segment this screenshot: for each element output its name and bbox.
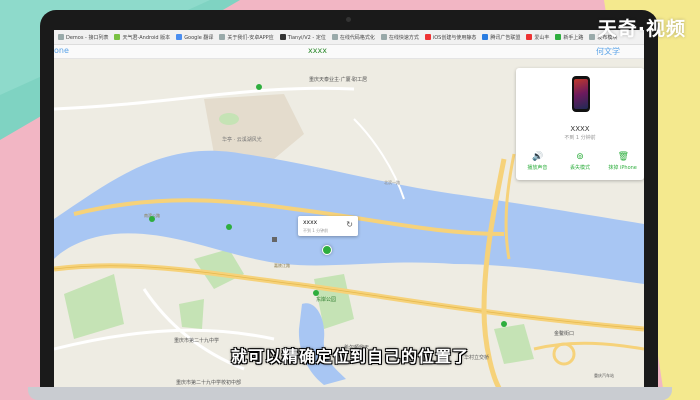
erase-iphone-label: 抹掉 iPhone [608, 165, 637, 171]
play-sound-label: 播放声音 [527, 165, 548, 171]
bookmark-icon [279, 34, 286, 40]
poi-marker [501, 321, 507, 327]
speaker-icon: 🔊 [532, 152, 544, 162]
bookmark-icon [58, 34, 64, 40]
map-label-scenic: 华亭 · 云溪湖风光 [222, 136, 262, 143]
bookmark-icon [526, 34, 533, 40]
bookmark-item[interactable]: Demos - 接口列表 [58, 34, 108, 41]
bookmark-icon [555, 34, 562, 40]
map-label-park: 东岸公园 [316, 296, 336, 303]
iphone-icon [572, 76, 590, 112]
map-label-road: 嘉陵江路 [274, 262, 290, 268]
device-last-seen: 不到 1 分钟前 [564, 135, 596, 141]
iphone-screen [574, 79, 588, 109]
bookmark-icon [482, 34, 489, 40]
lost-mode-button[interactable]: ⊚ 丢失模式 [560, 152, 600, 171]
bookmark-item[interactable]: 爱山丰 [526, 34, 549, 41]
bookmarks-bar: Demos - 接口列表 天气君-Android 版本 Google 翻译 关于… [54, 30, 644, 45]
refresh-icon[interactable]: ↻ [346, 220, 353, 229]
map-park-area [219, 113, 239, 125]
location-popup[interactable]: xxxx 不到 1 分钟前 ↻ [298, 216, 358, 236]
location-device-name: xxxx [303, 219, 318, 226]
current-location-dot[interactable] [322, 245, 332, 255]
folder-icon [380, 34, 387, 40]
camera-dot [346, 17, 351, 22]
device-selector[interactable]: xxxx [308, 46, 327, 55]
map-label-area: 金鳌街口 [554, 330, 574, 337]
app-title[interactable]: one [54, 46, 69, 55]
poi-marker [272, 237, 277, 242]
watermark: 天奇·视频 [597, 18, 686, 40]
poi-marker [313, 290, 319, 296]
device-name: XXXX [570, 125, 590, 133]
device-panel: XXXX 不到 1 分钟前 🔊 播放声音 ⊚ 丢失模式 🗑 抹掉 iPhone [516, 68, 644, 180]
video-subtitle: 就可以精确定位到自己的位置了 [230, 347, 469, 366]
app-header: one xxxx 何文学 [54, 45, 644, 59]
poi-marker [226, 224, 232, 230]
map-park-area [179, 299, 204, 329]
laptop-base [28, 387, 672, 400]
bookmark-item[interactable]: 关于我们-安卓APP应 [219, 34, 274, 41]
map-label-station: 重庆汽车站 [594, 372, 614, 378]
bookmark-item[interactable]: Tianyi/V2 - 定位 [279, 34, 326, 41]
bookmark-item[interactable]: 天气君-Android 版本 [114, 34, 170, 41]
laptop-frame: Demos - 接口列表 天气君-Android 版本 Google 翻译 关于… [40, 10, 658, 388]
browser-screen: Demos - 接口列表 天气君-Android 版本 Google 翻译 关于… [54, 30, 644, 388]
erase-iphone-button[interactable]: 🗑 抹掉 iPhone [603, 152, 643, 171]
bookmark-item[interactable]: 在线代码格式化 [331, 34, 375, 41]
device-actions: 🔊 播放声音 ⊚ 丢失模式 🗑 抹掉 iPhone [516, 152, 644, 171]
poi-marker [149, 216, 155, 222]
map-label-road: 北滨一路 [384, 179, 400, 185]
folder-icon [589, 34, 596, 40]
bookmark-icon [219, 34, 226, 40]
map-label-office: 重庆天泰业主·广厦·职工居 [309, 76, 367, 83]
trash-icon: 🗑 [617, 152, 630, 162]
lost-mode-icon: ⊚ [576, 152, 584, 162]
bookmark-item[interactable]: 腾讯广告联盟 [482, 34, 520, 41]
bookmark-icon [114, 34, 121, 40]
poi-marker [256, 84, 262, 90]
account-menu[interactable]: 何文学 [596, 46, 620, 57]
bookmark-item[interactable]: Google 翻译 [176, 34, 213, 41]
map-label-school-2: 重庆市第二十九中学校初中部 [176, 379, 241, 386]
bookmark-icon [424, 34, 431, 40]
location-time: 不到 1 分钟前 [303, 228, 329, 233]
bookmark-item[interactable]: iOS创建与使用静态 [424, 34, 476, 41]
bookmark-icon [176, 34, 183, 40]
play-sound-button[interactable]: 🔊 播放声音 [517, 152, 557, 171]
folder-icon [331, 34, 338, 40]
bookmark-item[interactable]: 新手上路 [555, 34, 583, 41]
bookmark-item[interactable]: 在线快速方式 [380, 34, 419, 41]
lost-mode-label: 丢失模式 [569, 165, 590, 171]
